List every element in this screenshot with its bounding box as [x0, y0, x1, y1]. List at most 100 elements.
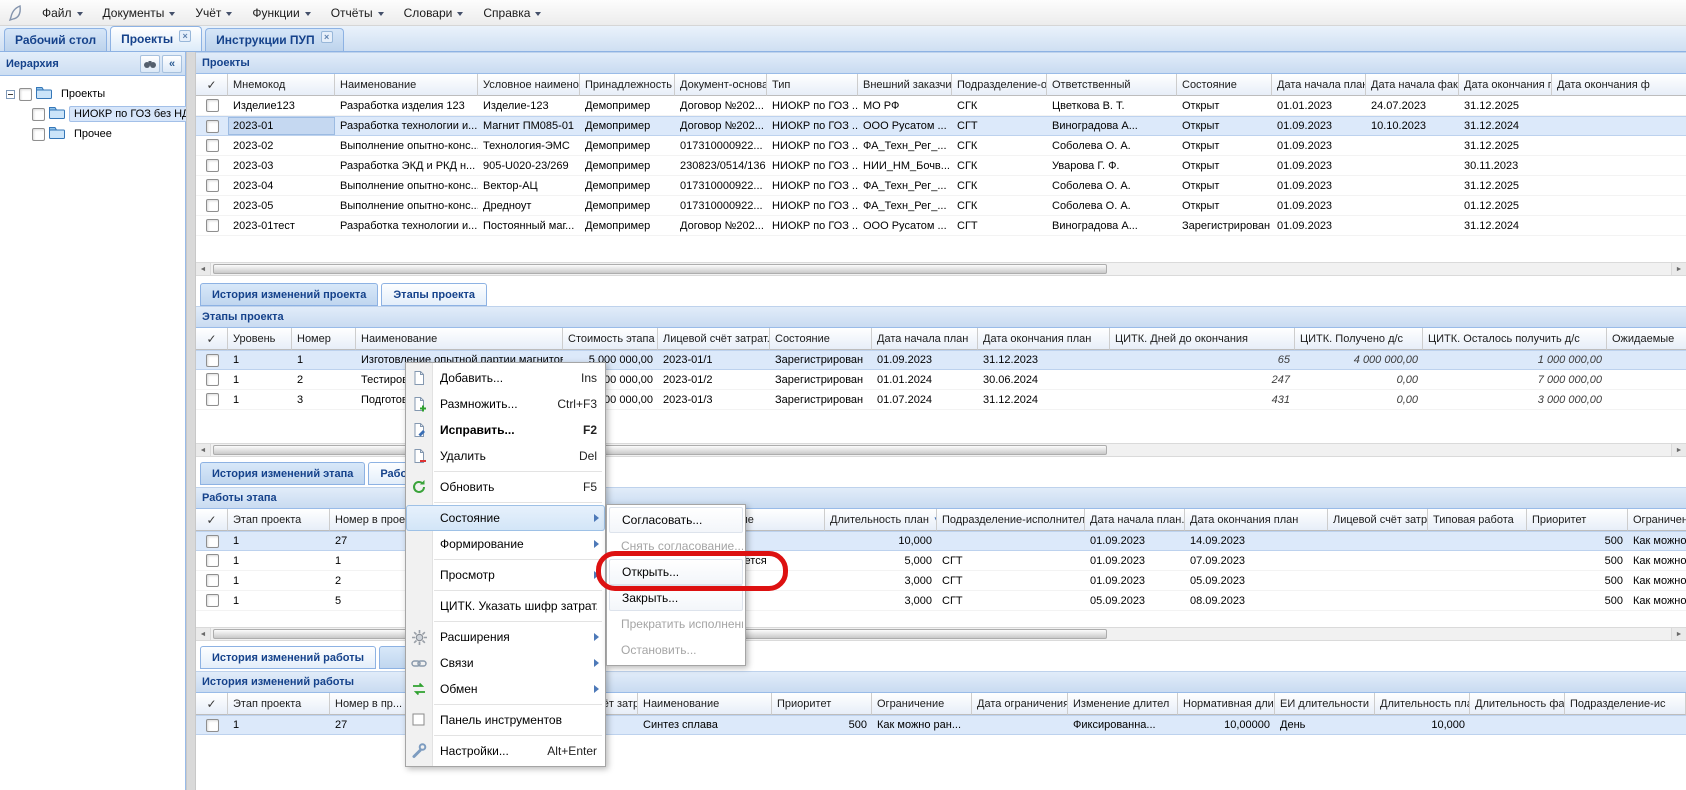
tree-node-НИОКР по ГОЗ без НДС[interactable]: НИОКР по ГОЗ без НДС — [2, 104, 183, 124]
column-header-Состояние[interactable]: Состояние — [1177, 74, 1272, 96]
column-header-Ответственный[interactable]: Ответственный — [1047, 74, 1177, 96]
collapse-panel-button[interactable]: « — [162, 55, 182, 73]
menu-item-Формирование[interactable]: Формирование — [406, 531, 605, 557]
row-checkbox[interactable] — [206, 535, 219, 548]
row-checkbox[interactable] — [206, 99, 219, 112]
menu-item-ЦИТК. Указать шифр затрат...[interactable]: ЦИТК. Указать шифр затрат... — [406, 593, 605, 619]
column-header-Уровень[interactable]: Уровень — [228, 328, 292, 350]
column-header-Дата начала факт.[interactable]: Дата начала факт. — [1366, 74, 1459, 96]
column-header-Ожидаемые[interactable]: Ожидаемые — [1607, 328, 1686, 350]
column-header-Состояние[interactable]: Состояние — [770, 328, 872, 350]
column-header-Дата начала план.[interactable]: Дата начала план. — [1085, 509, 1185, 531]
menu-item-Добавить...[interactable]: Добавить...Ins — [406, 365, 605, 391]
column-header-Условное наименова[interactable]: Условное наименова — [478, 74, 580, 96]
tree-node-Прочее[interactable]: Прочее — [2, 124, 183, 144]
column-header-Подразделение-от[interactable]: Подразделение-от — [952, 74, 1047, 96]
column-header-Наименование[interactable]: Наименование — [356, 328, 563, 350]
row-checkbox[interactable] — [206, 574, 219, 587]
row-checkbox[interactable] — [206, 594, 219, 607]
close-icon[interactable]: × — [321, 31, 333, 43]
row-checkbox[interactable] — [206, 159, 219, 172]
table-row[interactable]: 2023-01тестРазработка технологии и...Пос… — [196, 216, 1686, 236]
menu-item-Исправить...[interactable]: Исправить...F2 — [406, 417, 605, 443]
column-header-Дата окончания ф[interactable]: Дата окончания ф — [1552, 74, 1686, 96]
menubar-item-Словари[interactable]: Словари — [394, 0, 474, 25]
column-header-Длительность фак[interactable]: Длительность фак — [1470, 693, 1565, 715]
column-header-Этап проекта[interactable]: Этап проекта — [228, 509, 330, 531]
menu-item-Расширения[interactable]: Расширения — [406, 624, 605, 650]
select-all-column-header[interactable]: ✓ — [196, 328, 228, 350]
row-checkbox[interactable] — [206, 120, 219, 133]
subtab-Этапы проекта[interactable]: Этапы проекта — [381, 283, 487, 306]
scroll-right-icon[interactable]: ► — [1671, 444, 1686, 456]
panel-splitter[interactable] — [186, 52, 196, 790]
close-icon[interactable]: × — [179, 30, 191, 42]
scroll-right-icon[interactable]: ► — [1671, 263, 1686, 275]
table-row[interactable]: 2023-01Разработка технологии и...Магнит … — [196, 116, 1686, 136]
column-header-Номер[interactable]: Номер — [292, 328, 356, 350]
subtab-История изменений работы[interactable]: История изменений работы — [200, 646, 376, 669]
node-checkbox[interactable] — [19, 88, 32, 101]
column-header-Приоритет[interactable]: Приоритет — [1527, 509, 1628, 531]
column-header-Подразделение-ис[interactable]: Подразделение-ис — [1565, 693, 1686, 715]
subtab-История изменений проекта[interactable]: История изменений проекта — [200, 283, 378, 306]
column-header-Ограничение[interactable]: Ограничение — [872, 693, 972, 715]
column-header-Типовая работа[interactable]: Типовая работа — [1428, 509, 1527, 531]
table-row[interactable]: 2023-04Выполнение опытно-конс...Вектор-А… — [196, 176, 1686, 196]
menu-item-Обновить[interactable]: ОбновитьF5 — [406, 474, 605, 500]
scroll-left-icon[interactable]: ◄ — [196, 628, 211, 640]
table-row[interactable]: Изделие123Разработка изделия 123Изделие-… — [196, 96, 1686, 116]
select-all-column-header[interactable]: ✓ — [196, 693, 228, 715]
column-header-Длительность пла[interactable]: Длительность пла — [1375, 693, 1470, 715]
row-checkbox[interactable] — [206, 139, 219, 152]
menubar-item-Документы[interactable]: Документы — [93, 0, 186, 25]
tab-Проекты[interactable]: Проекты× — [110, 26, 202, 51]
row-checkbox[interactable] — [206, 373, 219, 386]
menu-item-Состояние[interactable]: Состояние — [406, 505, 605, 531]
scroll-left-icon[interactable]: ◄ — [196, 444, 211, 456]
node-checkbox[interactable] — [32, 108, 45, 121]
tab-Инструкции ПУП[interactable]: Инструкции ПУП× — [205, 28, 343, 51]
column-header-Лицевой счёт затр[interactable]: Лицевой счёт затр — [1328, 509, 1428, 531]
menubar-item-Справка[interactable]: Справка — [473, 0, 551, 25]
column-header-Мнемокод[interactable]: Мнемокод — [228, 74, 335, 96]
column-header-Подразделение-исполнитель..[interactable]: Подразделение-исполнитель.. — [937, 509, 1085, 531]
column-header-Нормативная длит[interactable]: Нормативная длит — [1178, 693, 1275, 715]
column-header-ЦИТК. Дней до окончания[interactable]: ЦИТК. Дней до окончания — [1110, 328, 1295, 350]
menu-item-Настройки...[interactable]: Настройки...Alt+Enter — [406, 738, 605, 764]
menubar-item-Учёт[interactable]: Учёт — [185, 0, 242, 25]
menu-item-Панель инструментов[interactable]: Панель инструментов — [406, 707, 605, 733]
menu-item-Размножить...[interactable]: Размножить...Ctrl+F3 — [406, 391, 605, 417]
column-header-ЦИТК. Получено д/с[interactable]: ЦИТК. Получено д/с — [1295, 328, 1423, 350]
select-all-column-header[interactable]: ✓ — [196, 74, 228, 96]
column-header-Наименование[interactable]: Наименование — [335, 74, 478, 96]
column-header-Дата начала план.[interactable]: Дата начала план. — [1272, 74, 1366, 96]
tree-node-Проекты[interactable]: Проекты — [2, 84, 183, 104]
column-header-Дата ограничения[interactable]: Дата ограничения — [972, 693, 1068, 715]
column-header-Лицевой счёт затрат.[interactable]: Лицевой счёт затрат. — [658, 328, 770, 350]
column-header-Тип[interactable]: Тип — [767, 74, 858, 96]
column-header-Стоимость этапа[interactable]: Стоимость этапа — [563, 328, 658, 350]
submenu-item-Согласовать...[interactable]: Согласовать... — [609, 507, 743, 533]
projects-h-scrollbar[interactable]: ◄ ► — [196, 262, 1686, 276]
search-icon[interactable] — [140, 55, 160, 73]
column-header-Ограничение[interactable]: Ограничение — [1628, 509, 1686, 531]
table-row[interactable]: 2023-02Выполнение опытно-конс...Технолог… — [196, 136, 1686, 156]
menu-item-Просмотр[interactable]: Просмотр — [406, 562, 605, 588]
row-checkbox[interactable] — [206, 219, 219, 232]
column-header-Длительность план[interactable]: Длительность план▼ — [825, 509, 937, 531]
column-header-Дата начала план[interactable]: Дата начала план — [872, 328, 978, 350]
column-header-Изменение длител[interactable]: Изменение длител — [1068, 693, 1178, 715]
menu-item-Обмен[interactable]: Обмен — [406, 676, 605, 702]
column-header-Дата окончания план[interactable]: Дата окончания план — [978, 328, 1110, 350]
column-header-Документ-основан[interactable]: Документ-основан — [675, 74, 767, 96]
node-checkbox[interactable] — [32, 128, 45, 141]
row-checkbox[interactable] — [206, 354, 219, 367]
column-header-Внешний заказчик[interactable]: Внешний заказчик — [858, 74, 952, 96]
tab-Рабочий стол[interactable]: Рабочий стол — [4, 28, 107, 51]
scrollbar-thumb[interactable] — [213, 445, 1107, 455]
column-header-ЦИТК. Осталось получить д/с[interactable]: ЦИТК. Осталось получить д/с — [1423, 328, 1607, 350]
menubar-item-Отчёты[interactable]: Отчёты — [321, 0, 394, 25]
scroll-right-icon[interactable]: ► — [1671, 628, 1686, 640]
column-header-Дата окончания план[interactable]: Дата окончания план — [1185, 509, 1328, 531]
